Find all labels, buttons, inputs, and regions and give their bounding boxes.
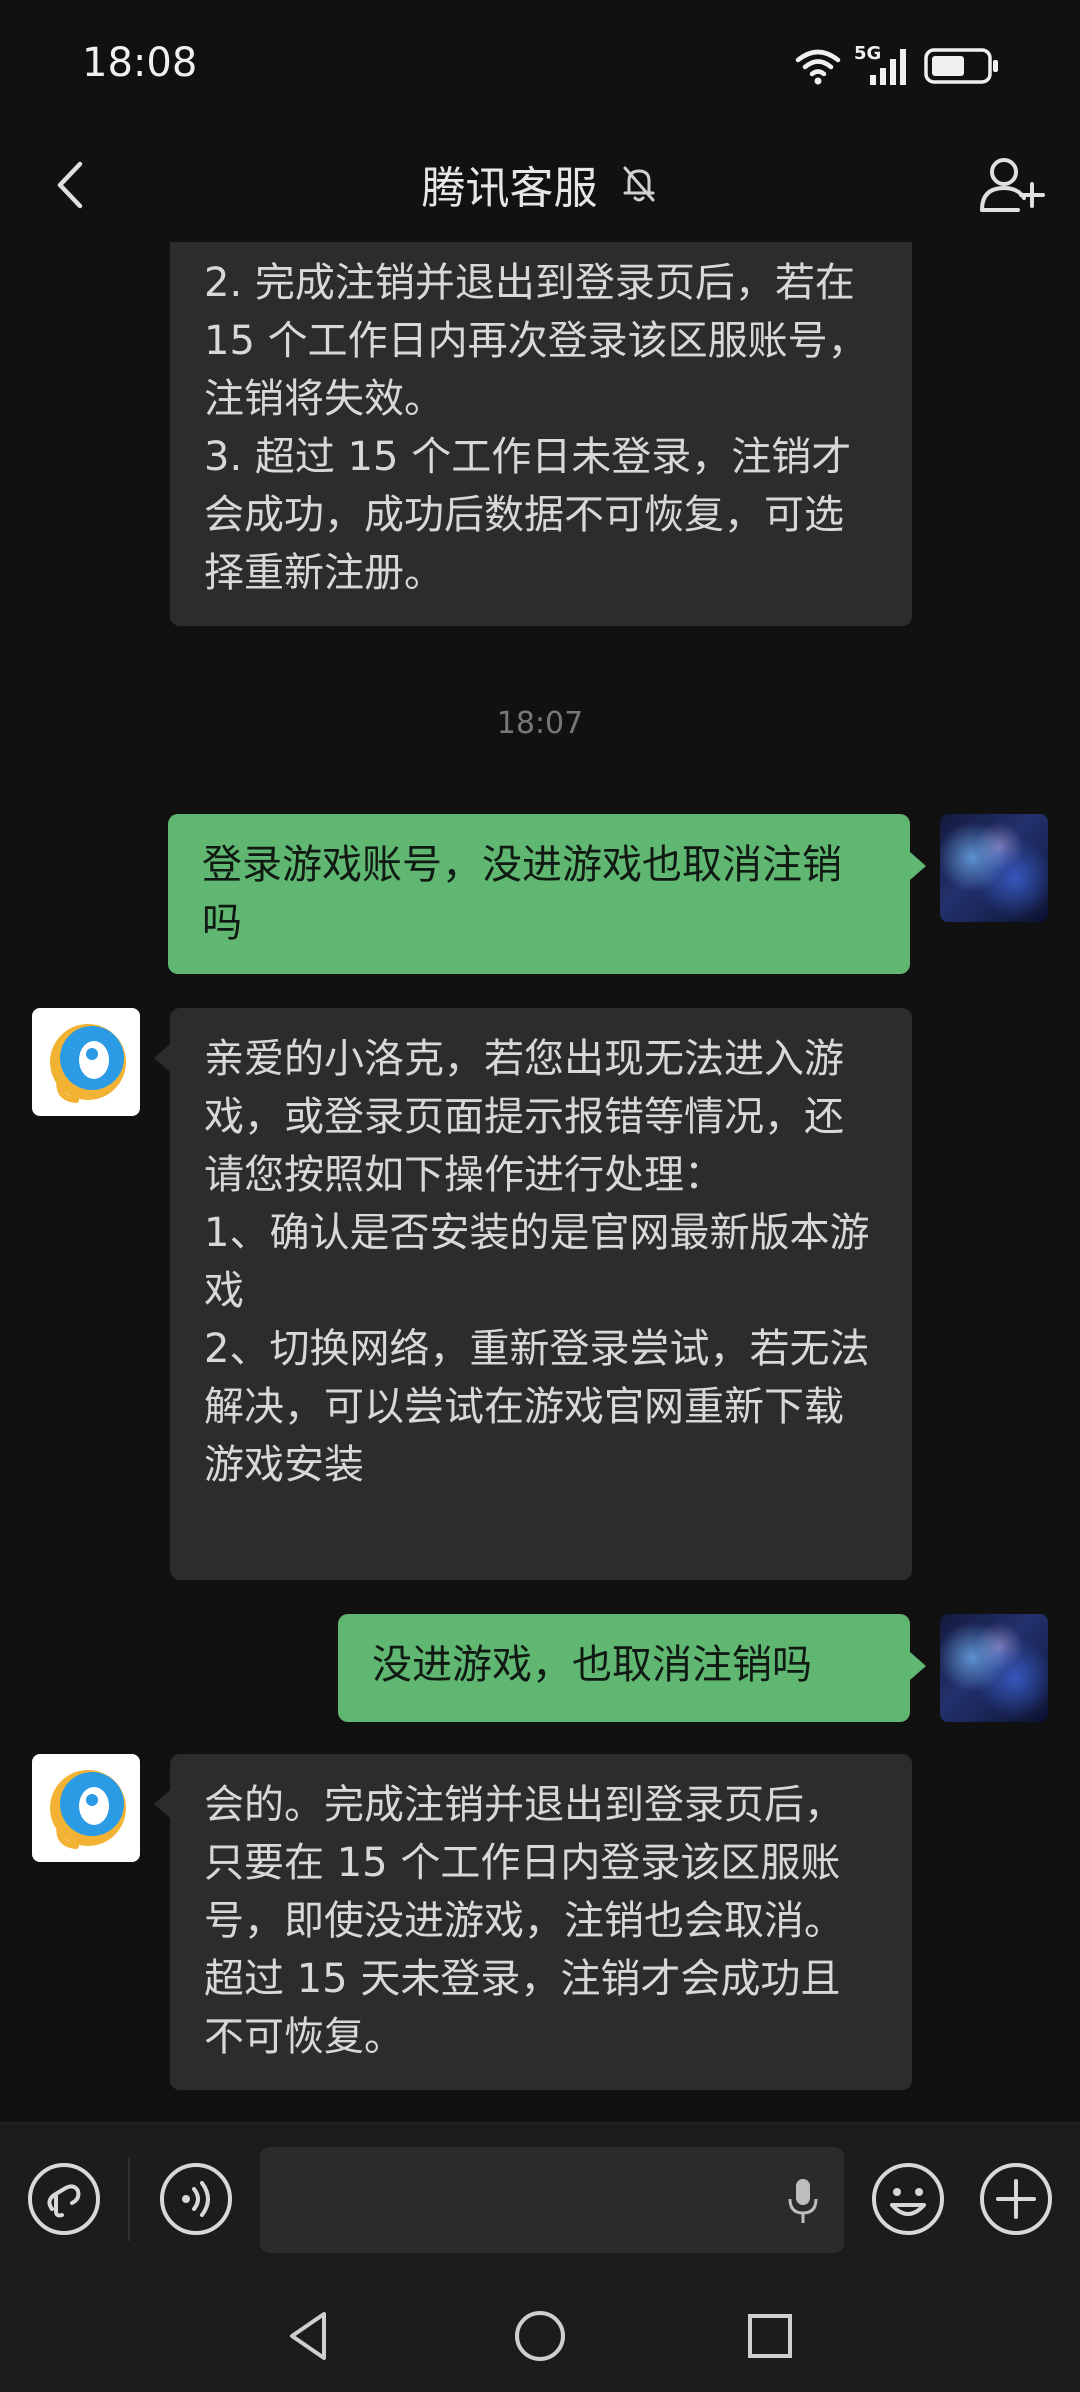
back-triangle-icon[interactable] — [282, 2308, 338, 2364]
emoji-icon[interactable] — [870, 2161, 946, 2237]
input-bar-divider — [128, 2157, 130, 2241]
message-input[interactable] — [260, 2147, 844, 2253]
user-avatar[interactable] — [940, 1614, 1048, 1722]
add-contact-icon[interactable] — [974, 148, 1050, 224]
battery-icon — [924, 48, 998, 84]
plus-icon[interactable] — [978, 2161, 1054, 2237]
status-bar: 18:08 5G — [0, 0, 1080, 130]
cellular-signal-icon: 5G — [854, 45, 912, 87]
bell-off-icon — [623, 166, 655, 202]
chat-title-group: 腾讯客服 — [0, 152, 1080, 218]
status-time: 18:08 — [82, 40, 198, 86]
system-navigation-bar — [0, 2272, 1080, 2392]
message-bubble-user[interactable]: 没进游戏，也取消注销吗 — [338, 1614, 926, 1722]
message-bubble-user[interactable]: 登录游戏账号，没进游戏也取消注销吗 — [168, 814, 926, 974]
message-bubble-bot[interactable]: 会的。完成注销并退出到登录页后，只要在 15 个工作日内登录该区服账号，即使没进… — [154, 1754, 912, 2090]
status-icons: 5G — [794, 44, 1000, 88]
input-bar — [0, 2122, 1080, 2273]
microphone-icon[interactable] — [786, 2177, 820, 2225]
bot-avatar[interactable] — [32, 1008, 140, 1116]
user-avatar[interactable] — [940, 814, 1048, 922]
mini-program-icon[interactable] — [26, 2161, 102, 2237]
chat-title: 腾讯客服 — [421, 163, 598, 214]
message-timestamp: 18:07 — [496, 706, 584, 741]
bot-avatar[interactable] — [32, 1754, 140, 1862]
wifi-icon — [795, 49, 841, 85]
voice-icon[interactable] — [158, 2161, 234, 2237]
message-bubble-bot[interactable]: 亲爱的小洛克，若您出现无法进入游戏，或登录页面提示报错等情况，还请您按照如下操作… — [154, 1008, 912, 1580]
tencent-service-logo-icon — [50, 1024, 126, 1103]
home-circle-icon[interactable] — [512, 2308, 568, 2364]
tencent-service-logo-icon — [50, 1770, 126, 1849]
chat-header: 腾讯客服 — [0, 130, 1080, 242]
message-bubble-bot[interactable]: 2. 完成注销并退出到登录页后，若在 15 个工作日内再次登录该区服账号，注销将… — [170, 242, 912, 626]
recents-square-icon[interactable] — [742, 2308, 798, 2364]
